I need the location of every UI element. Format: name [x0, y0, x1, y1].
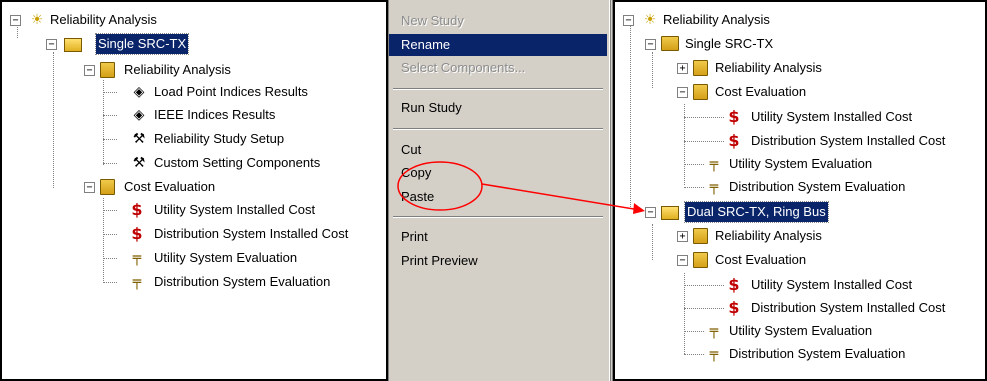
annotation-overlay	[397, 161, 645, 214]
annotation-arrowhead	[633, 203, 645, 214]
annotation-ellipse	[397, 161, 483, 211]
annotation-arrow-line	[481, 183, 641, 211]
